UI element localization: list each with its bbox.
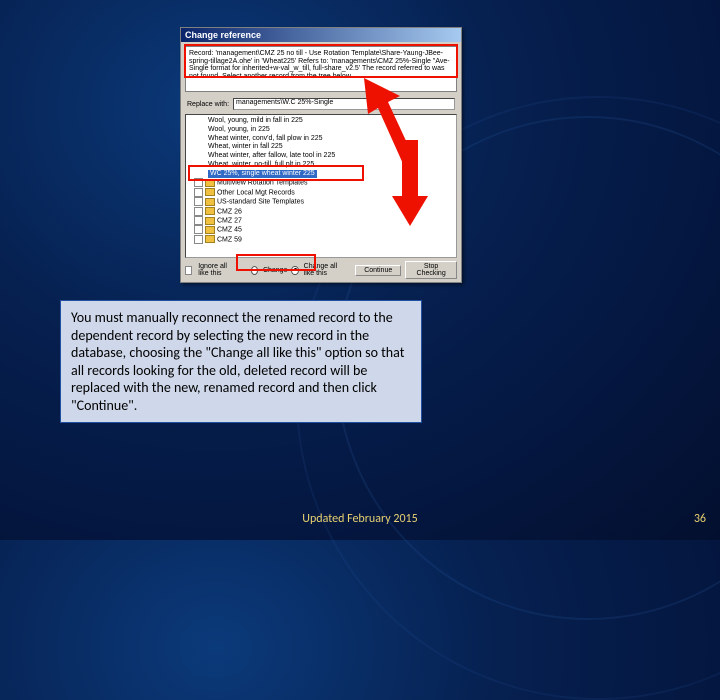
checkbox-icon[interactable] <box>194 207 203 216</box>
dialog-title: Change reference <box>181 28 461 42</box>
folder-icon <box>205 235 215 243</box>
replace-input[interactable]: managements\W.C 25%-Single <box>233 98 455 110</box>
checkbox-icon[interactable] <box>194 197 203 206</box>
arrow-annotation-icon <box>390 140 430 235</box>
footer-text: Updated February 2015 <box>0 512 720 526</box>
folder-icon <box>205 226 215 234</box>
page-number: 36 <box>694 512 706 526</box>
info-text: Record: 'management\CMZ 25 no till - Use… <box>185 46 457 92</box>
radio-change-all[interactable] <box>291 266 298 275</box>
checkbox-icon[interactable] <box>194 216 203 225</box>
folder-icon <box>205 207 215 215</box>
folder-icon <box>205 217 215 225</box>
tree-folder[interactable]: CMZ 59 <box>188 235 454 244</box>
radio-change[interactable] <box>251 266 258 275</box>
checkbox-icon[interactable] <box>194 235 203 244</box>
checkbox-icon[interactable] <box>194 188 203 197</box>
checkbox-icon[interactable] <box>185 266 192 275</box>
dialog-bottom-row: Ignore all like this Change Change all l… <box>185 261 457 279</box>
replace-label: Replace with: <box>187 101 229 108</box>
tree-item-selected[interactable]: WC 25%, single wheat winter 225 <box>208 170 317 179</box>
replace-row: Replace with: managements\W.C 25%-Single <box>185 96 457 112</box>
caption-box: You must manually reconnect the renamed … <box>60 300 422 423</box>
folder-icon <box>205 188 215 196</box>
checkbox-icon[interactable] <box>194 178 203 187</box>
change-label: Change <box>263 267 288 274</box>
stop-checking-button[interactable]: Stop Checking <box>405 261 457 279</box>
change-all-label: Change all like this <box>304 263 348 277</box>
ignore-all-label: Ignore all like this <box>198 263 238 277</box>
folder-icon <box>205 179 215 187</box>
continue-button[interactable]: Continue <box>355 265 401 276</box>
folder-icon <box>205 198 215 206</box>
checkbox-icon[interactable] <box>194 225 203 234</box>
